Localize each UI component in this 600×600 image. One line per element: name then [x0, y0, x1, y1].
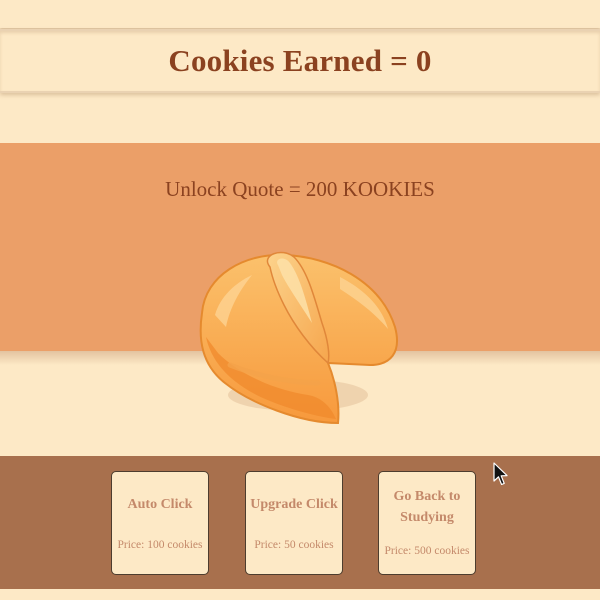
auto-click-button[interactable]: Auto Click Price: 100 cookies — [111, 471, 209, 575]
upgrade-click-title: Upgrade Click — [250, 497, 338, 512]
go-back-to-studying-title: Go Back to Studying — [393, 489, 461, 525]
cookies-earned-counter: Cookies Earned = 0 — [168, 43, 432, 78]
go-back-to-studying-button[interactable]: Go Back to Studying Price: 500 cookies — [378, 471, 476, 575]
cookie-counter-bar: Cookies Earned = 0 — [0, 29, 600, 93]
upgrade-click-button[interactable]: Upgrade Click Price: 50 cookies — [245, 471, 343, 575]
bottom-strip — [0, 589, 600, 600]
upgrade-click-price: Price: 50 cookies — [254, 539, 334, 551]
unlock-quote-label: Unlock Quote = 200 KOOKIES — [165, 177, 435, 201]
auto-click-price: Price: 100 cookies — [117, 539, 203, 551]
fortune-cookie-button[interactable] — [190, 245, 400, 430]
auto-click-title: Auto Click — [127, 497, 193, 512]
fortune-cookie-icon — [199, 251, 398, 425]
top-strip — [0, 0, 600, 28]
clicker-page: Cookies Earned = 0 Unlock Quote = 200 KO… — [0, 0, 600, 600]
go-back-to-studying-price: Price: 500 cookies — [384, 545, 470, 557]
